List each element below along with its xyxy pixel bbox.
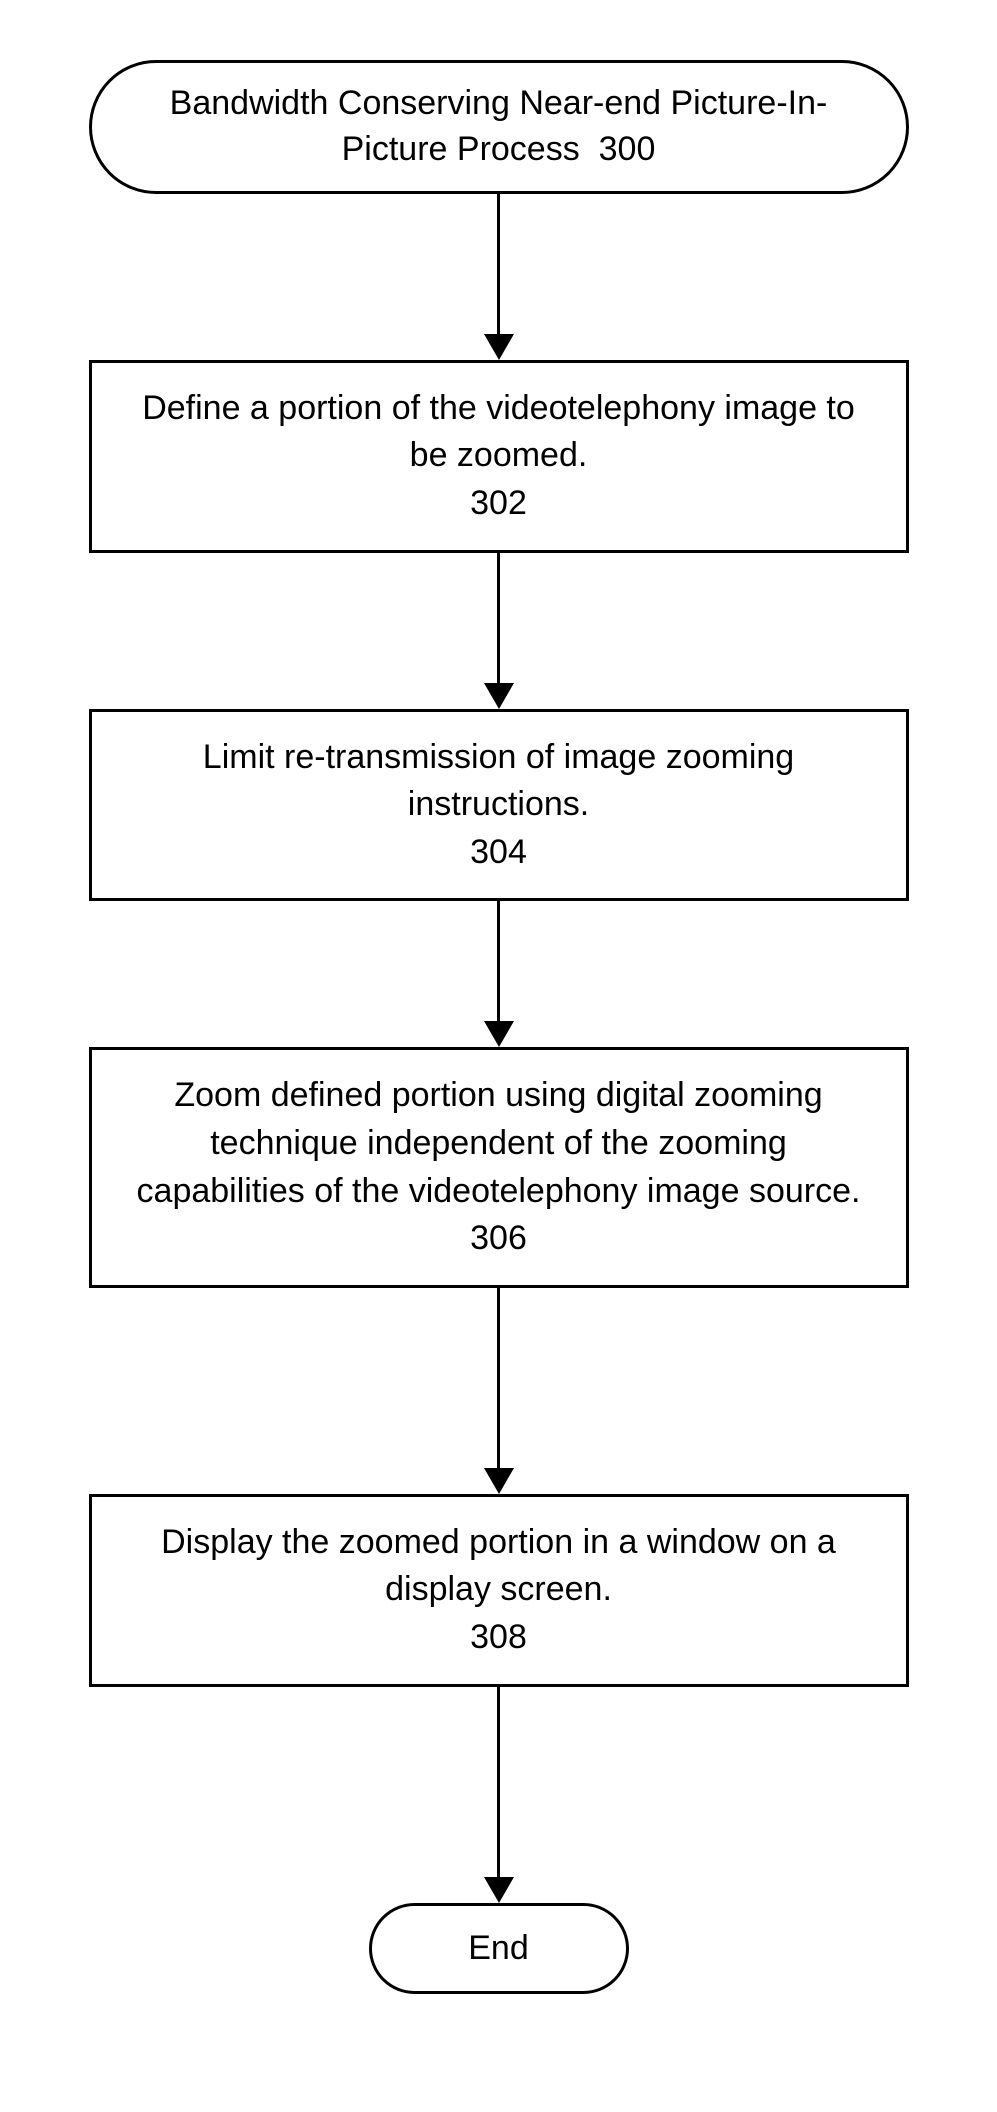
arrow-3 — [484, 1288, 514, 1494]
arrow-head-icon — [484, 1877, 514, 1903]
process-step-302: Define a portion of the videotelephony i… — [89, 360, 909, 553]
step-ref: 302 — [470, 484, 527, 522]
step-text: Limit re-transmission of image zooming i… — [203, 738, 794, 824]
arrow-line — [497, 194, 500, 334]
arrow-head-icon — [484, 1468, 514, 1494]
arrow-4 — [484, 1687, 514, 1903]
arrow-2 — [484, 901, 514, 1047]
step-ref: 304 — [470, 833, 527, 871]
end-terminator: End — [369, 1903, 629, 1995]
process-step-306: Zoom defined portion using digital zoomi… — [89, 1047, 909, 1287]
arrow-line — [497, 901, 500, 1021]
arrow-head-icon — [484, 1021, 514, 1047]
arrow-head-icon — [484, 683, 514, 709]
flowchart-container: Bandwidth Conserving Near-end Picture-In… — [0, 0, 997, 1994]
step-text: Display the zoomed portion in a window o… — [161, 1523, 836, 1609]
start-terminator: Bandwidth Conserving Near-end Picture-In… — [89, 60, 909, 194]
arrow-line — [497, 1687, 500, 1877]
step-text: Define a portion of the videotelephony i… — [142, 389, 855, 475]
arrow-1 — [484, 553, 514, 709]
process-step-308: Display the zoomed portion in a window o… — [89, 1494, 909, 1687]
arrow-line — [497, 553, 500, 683]
step-ref: 308 — [470, 1618, 527, 1656]
end-label: End — [468, 1929, 529, 1967]
arrow-0 — [484, 194, 514, 360]
step-ref: 306 — [470, 1219, 527, 1257]
step-text: Zoom defined portion using digital zoomi… — [137, 1076, 861, 1209]
process-step-304: Limit re-transmission of image zooming i… — [89, 709, 909, 902]
start-title: Bandwidth Conserving Near-end Picture-In… — [170, 84, 828, 168]
arrow-line — [497, 1288, 500, 1468]
arrow-head-icon — [484, 334, 514, 360]
start-ref: 300 — [599, 130, 656, 168]
